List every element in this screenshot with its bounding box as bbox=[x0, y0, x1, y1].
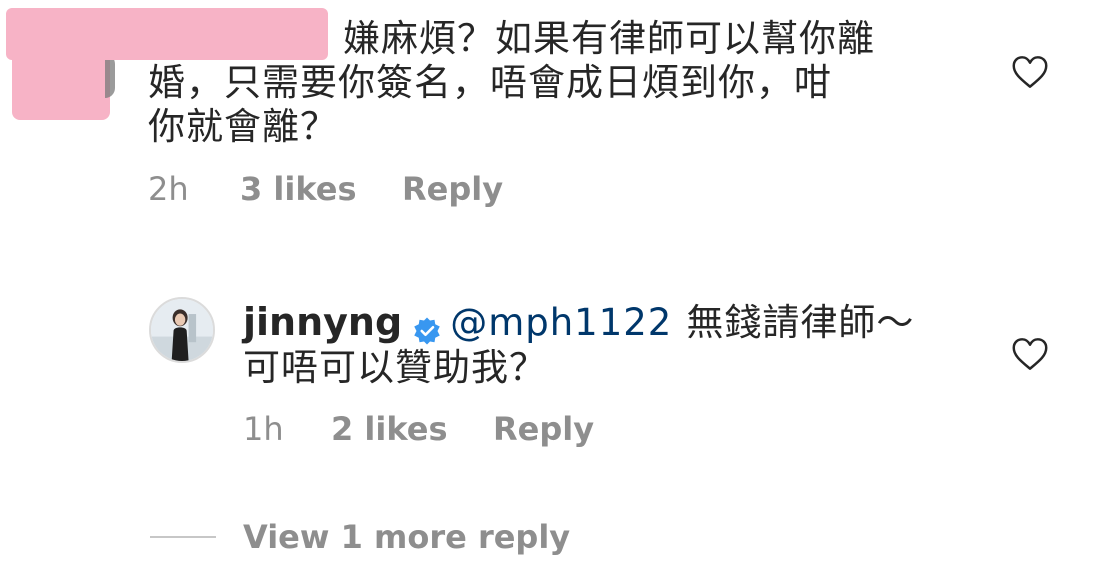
avatar[interactable] bbox=[149, 297, 215, 363]
view-more-replies-button[interactable]: View 1 more reply bbox=[243, 518, 570, 556]
comment-timestamp: 2h bbox=[148, 170, 189, 208]
reply-reply-button[interactable]: Reply bbox=[493, 410, 594, 448]
view-more-divider bbox=[150, 536, 216, 538]
reply-timestamp: 1h bbox=[243, 410, 284, 448]
reply-likes-link[interactable]: 2 likes bbox=[331, 410, 448, 448]
comment-reply-button[interactable]: Reply bbox=[402, 170, 503, 208]
reply-username-link[interactable]: jinnyng bbox=[243, 300, 402, 344]
avatar-edge bbox=[105, 54, 115, 98]
heart-outline-icon[interactable] bbox=[1011, 337, 1049, 371]
reply-text-line-2: 可唔可以贊助我？ bbox=[243, 346, 547, 389]
heart-outline-icon[interactable] bbox=[1011, 55, 1049, 89]
redacted-username bbox=[6, 8, 328, 60]
comment-likes-link[interactable]: 3 likes bbox=[240, 170, 357, 208]
reply-text-line-1: 無錢請律師～ bbox=[686, 301, 915, 344]
comment-text-line-3: 你就會離？ bbox=[148, 105, 338, 148]
reply-mention-link[interactable]: @mph1122 bbox=[450, 301, 672, 344]
